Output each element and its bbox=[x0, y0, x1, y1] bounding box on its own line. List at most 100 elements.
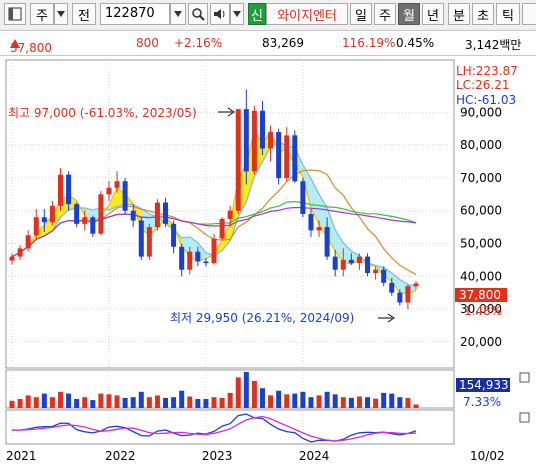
candle-body bbox=[106, 187, 112, 195]
period-year-button[interactable]: 년 bbox=[422, 3, 444, 25]
market-select[interactable]: 주 bbox=[30, 3, 54, 25]
volume-bar bbox=[292, 393, 298, 408]
jeon-button[interactable]: 전 bbox=[72, 3, 96, 25]
period-second-button[interactable]: 초 bbox=[472, 3, 494, 25]
company-name-label: 와이지엔터 bbox=[277, 8, 337, 24]
period-minute-label: 분 bbox=[453, 8, 465, 24]
candle-body bbox=[41, 217, 47, 223]
market-dropdown-icon[interactable] bbox=[54, 3, 68, 25]
volume-bar bbox=[389, 393, 395, 408]
credit-badge[interactable]: 신 bbox=[248, 3, 266, 25]
period-week-label: 주 bbox=[379, 8, 391, 24]
volume-bar bbox=[130, 397, 136, 408]
volume-bar bbox=[413, 404, 419, 408]
volume-bar bbox=[187, 396, 193, 408]
volume-value: 83,269 bbox=[262, 36, 304, 50]
current-price: 37,800 bbox=[10, 36, 52, 55]
candle-body bbox=[235, 109, 241, 211]
y-tick-label: 70,000 bbox=[460, 171, 502, 185]
speaker-icon[interactable] bbox=[210, 3, 230, 25]
volume-bar bbox=[397, 397, 403, 408]
y-tick-label: 80,000 bbox=[460, 138, 502, 152]
current-pct-label: 1.48% bbox=[464, 304, 502, 318]
candle-body bbox=[227, 210, 233, 219]
period-tick-label: 틱 bbox=[502, 8, 514, 24]
candle-body bbox=[163, 202, 169, 224]
candle-body bbox=[356, 256, 362, 264]
volume-bar bbox=[146, 397, 152, 408]
info-lc: LC:26.21 bbox=[456, 78, 509, 92]
period-day-label: 일 bbox=[355, 8, 367, 24]
volume-bar bbox=[243, 372, 249, 408]
volume-bar bbox=[356, 396, 362, 408]
volume-bar bbox=[284, 394, 290, 408]
stock-code-input[interactable]: 122870 bbox=[100, 3, 170, 25]
quote-bar: 37,800 800 +2.16% 83,269 116.19% 0.45% 3… bbox=[0, 31, 536, 56]
high-annotation: 최고 97,000 (-61.03%, 2023/05) bbox=[8, 106, 197, 120]
volume-bar bbox=[17, 399, 23, 408]
candle-body bbox=[219, 218, 225, 239]
volume-bar bbox=[235, 377, 241, 408]
search-icon[interactable] bbox=[188, 3, 208, 25]
period-week-button[interactable]: 주 bbox=[374, 3, 396, 25]
candle-body bbox=[66, 174, 72, 205]
turnover-rate: 0.45% bbox=[396, 36, 435, 50]
candle-body bbox=[211, 238, 217, 264]
period-minute-button[interactable]: 분 bbox=[448, 3, 470, 25]
candle-body bbox=[25, 235, 31, 249]
volume-bar bbox=[106, 394, 112, 408]
candle-body bbox=[381, 269, 387, 283]
period-tick-button[interactable]: 틱 bbox=[496, 3, 520, 25]
period-month-button[interactable]: 월 bbox=[398, 3, 420, 25]
market-label: 주 bbox=[36, 8, 48, 24]
volume-bar bbox=[211, 397, 217, 408]
candle-body bbox=[316, 227, 322, 231]
candle-body bbox=[187, 251, 193, 270]
change-pct: +2.16% bbox=[174, 36, 223, 50]
volume-panel-close-icon[interactable] bbox=[519, 372, 530, 383]
candle-body bbox=[171, 223, 177, 247]
volume-bar bbox=[171, 397, 177, 408]
indicator-panel-close-icon[interactable] bbox=[519, 412, 530, 423]
company-name[interactable]: 와이지엔터 bbox=[266, 3, 348, 25]
volume-bar bbox=[33, 397, 39, 408]
candle-body bbox=[122, 181, 128, 211]
volume-bar bbox=[381, 392, 387, 408]
y-tick-label: 60,000 bbox=[460, 204, 502, 218]
volume-bar bbox=[324, 391, 330, 408]
candle-body bbox=[276, 132, 282, 178]
code-dropdown-icon[interactable] bbox=[170, 3, 186, 25]
volume-bar bbox=[308, 397, 314, 408]
x-axis-label: 2024 bbox=[299, 449, 330, 463]
volume-bar bbox=[203, 399, 209, 408]
volume-bar bbox=[195, 399, 201, 408]
volume-bar bbox=[82, 397, 88, 408]
window-icon[interactable] bbox=[4, 3, 26, 25]
current-price-value: 37,800 bbox=[10, 41, 52, 55]
candle-body bbox=[17, 248, 23, 257]
volume-bar bbox=[251, 381, 257, 408]
volume-bar bbox=[66, 393, 72, 408]
candle-body bbox=[292, 135, 298, 182]
volume-bar bbox=[57, 391, 63, 408]
jeon-label: 전 bbox=[78, 8, 90, 24]
x-axis-label: 2022 bbox=[105, 449, 136, 463]
low-annotation: 최저 29,950 (26.21%, 2024/09) bbox=[170, 311, 354, 325]
candle-body bbox=[114, 181, 120, 188]
candle-body bbox=[74, 204, 80, 224]
candle-body bbox=[82, 217, 88, 224]
candle-body bbox=[179, 246, 185, 270]
period-day-button[interactable]: 일 bbox=[350, 3, 372, 25]
period-second-label: 초 bbox=[477, 8, 489, 24]
stock-chart[interactable]: 90,00080,00070,00060,00050,00040,00030,0… bbox=[0, 56, 536, 466]
volume-bar bbox=[179, 390, 185, 408]
candle-body bbox=[98, 194, 104, 234]
volume-bar bbox=[122, 397, 128, 408]
volume-bar bbox=[219, 397, 225, 408]
chart-area[interactable]: 90,000 80,000 70,000 60,000 50,000 40,000 30,0… bbox=[0, 56, 536, 466]
candle-body bbox=[348, 259, 354, 264]
candle-body bbox=[259, 110, 265, 149]
speaker-dropdown-icon[interactable] bbox=[230, 3, 244, 25]
period-month-label: 월 bbox=[403, 8, 415, 24]
toolbar-more-icon[interactable] bbox=[522, 3, 536, 25]
